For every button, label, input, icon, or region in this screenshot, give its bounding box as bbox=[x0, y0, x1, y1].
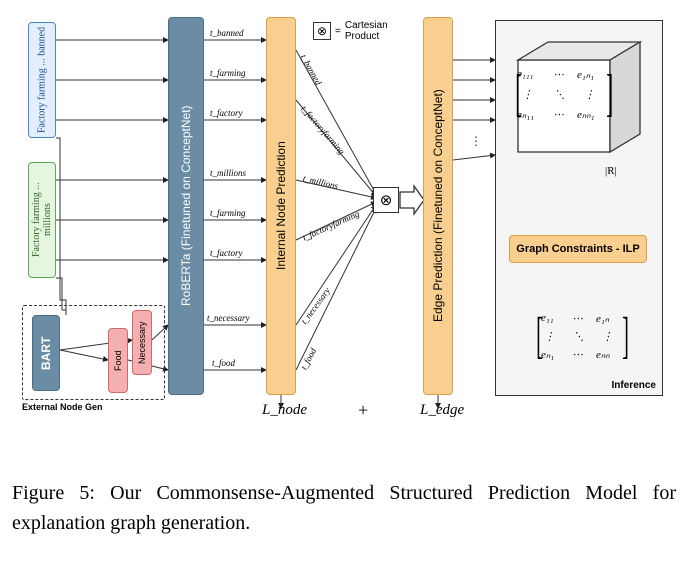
matrix-dots: ⋮ bbox=[602, 330, 613, 343]
r-dim-label: |R| bbox=[605, 165, 617, 177]
tensor-dots: ⋯ bbox=[553, 108, 564, 121]
inference-label: Inference bbox=[612, 380, 656, 391]
tensor-enn1: eₙₙ₁ bbox=[577, 108, 594, 121]
graph-constraints-module: Graph Constraints - ILP bbox=[509, 235, 647, 263]
token-label: t_factory bbox=[210, 108, 243, 118]
bracket-icon: [ bbox=[515, 64, 522, 123]
matrix-dots: ⋯ bbox=[572, 312, 583, 325]
pooled-token-label: t_necessary bbox=[299, 286, 332, 326]
token-label: t_factory bbox=[210, 248, 243, 258]
token-label: t_necessary bbox=[207, 313, 250, 323]
tensor-e1n1: e₁ₙ₁ bbox=[577, 68, 594, 81]
tensor-dots: ⋱ bbox=[554, 88, 565, 101]
pooled-token-label: t_factoryfarming bbox=[299, 104, 347, 157]
token-label: t_banned bbox=[210, 28, 244, 38]
pooled-token-label: t_millions bbox=[302, 173, 339, 191]
roberta-encoder: RoBERTa (Finetuned on ConceptNet) bbox=[168, 17, 204, 395]
cartesian-symbol-icon: ⊗ bbox=[313, 22, 331, 40]
edge-prediction: Edge Prediction (Finetuned on ConceptNet… bbox=[423, 17, 453, 395]
bracket-icon: ] bbox=[606, 64, 613, 123]
internal-node-prediction: Internal Node Prediction bbox=[266, 17, 296, 395]
matrix-e1n: e₁ₙ bbox=[596, 312, 609, 325]
tensor-dots: ⋮ bbox=[584, 88, 595, 101]
concept-food: Food bbox=[108, 328, 128, 393]
loss-node-label: L_node bbox=[262, 402, 307, 419]
pooled-token-label: t_food bbox=[299, 346, 319, 371]
pooled-token-label: t_banned bbox=[299, 53, 324, 87]
matrix-dots: ⋱ bbox=[573, 330, 584, 343]
matrix-dots: ⋯ bbox=[572, 348, 583, 361]
belief-box: Factory farming ... banned bbox=[28, 22, 56, 138]
matrix-dots: ⋮ bbox=[544, 330, 555, 343]
token-label: t_farming bbox=[210, 208, 246, 218]
tensor-dots: ⋮ bbox=[522, 88, 533, 101]
matrix-enn: eₙₙ bbox=[596, 348, 610, 361]
model-diagram: ⋮ Factory farming ... banned Factory far… bbox=[10, 10, 675, 455]
bart-module: BART bbox=[32, 315, 60, 391]
matrix-en1: eₙ₁ bbox=[541, 348, 554, 361]
cartesian-legend: ⊗ = Cartesian Product bbox=[313, 20, 393, 42]
tensor-dots: ⋯ bbox=[553, 68, 564, 81]
pooled-token-label: t_factoryfarming bbox=[301, 209, 361, 243]
plus-icon: + bbox=[358, 400, 368, 421]
external-node-gen-label: External Node Gen bbox=[22, 402, 103, 412]
bracket-icon: ] bbox=[622, 307, 629, 365]
loss-edge-label: L_edge bbox=[420, 402, 464, 419]
cartesian-label: Cartesian Product bbox=[345, 20, 393, 42]
figure-caption: Figure 5: Our Commonsense-Augmented Stru… bbox=[12, 478, 676, 538]
token-label: t_farming bbox=[210, 68, 246, 78]
token-label: t_food bbox=[212, 358, 235, 368]
cartesian-product-node: ⊗ bbox=[373, 187, 399, 213]
equals-sign: = bbox=[335, 26, 341, 37]
bracket-icon: [ bbox=[536, 307, 543, 365]
svg-text:⋮: ⋮ bbox=[470, 134, 482, 148]
concept-necessary: Necessary bbox=[132, 310, 152, 375]
token-label: t_millions bbox=[210, 168, 246, 178]
argument-box: Factory farming ... millions bbox=[28, 162, 56, 278]
